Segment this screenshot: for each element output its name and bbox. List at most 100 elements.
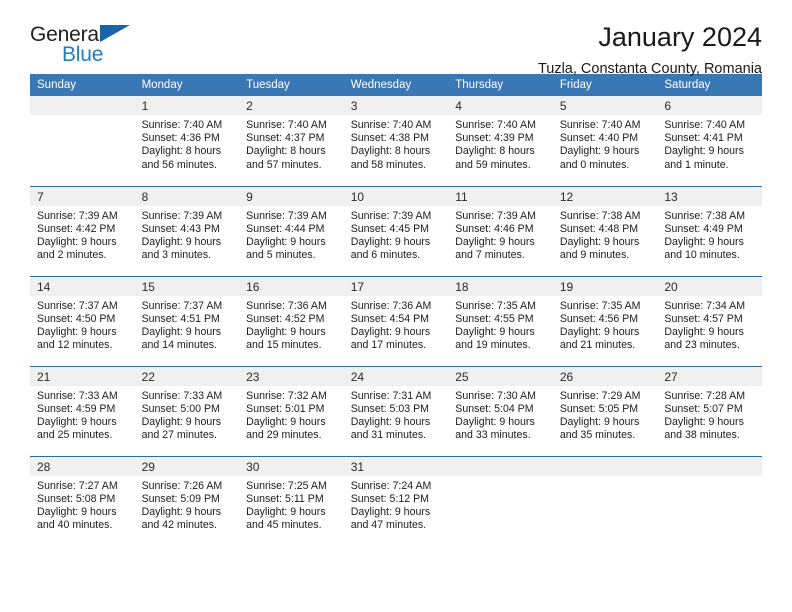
day-daylight2-text: and 10 minutes. [664,249,740,262]
calendar-day-cell[interactable]: 21 Sunrise: 7:33 AM Sunset: 4:59 PM Dayligh… [30,366,135,457]
calendar-day-cell[interactable]: 13 Sunrise: 7:38 AM Sunset: 4:49 PM Dayligh… [657,186,762,277]
day-sunset-text: Sunset: 4:57 PM [664,312,743,325]
weekday-header-tuesday: Tuesday [239,74,344,96]
day-daylight2-text: and 59 minutes. [455,158,531,171]
calendar-day-cell[interactable]: 31 Sunrise: 7:24 AM Sunset: 5:12 PM Dayligh… [343,456,449,546]
calendar-day-cell[interactable]: 8 Sunrise: 7:39 AM Sunset: 4:43 PM Daylight… [134,186,240,277]
day-daylight1-text: Daylight: 9 hours [559,325,640,338]
day-sunset-text: Sunset: 5:12 PM [350,492,430,505]
calendar-day-cell[interactable]: 3 Sunrise: 7:40 AM Sunset: 4:38 PM Daylight… [343,96,449,187]
calendar-day-cell[interactable]: 17 Sunrise: 7:36 AM Sunset: 4:54 PM Dayligh… [343,276,449,367]
calendar-day-cell[interactable]: 18 Sunrise: 7:35 AM Sunset: 4:55 PM Dayligh… [448,276,553,367]
calendar-day-cell[interactable]: 11 Sunrise: 7:39 AM Sunset: 4:46 PM Dayligh… [448,186,553,277]
day-daylight1-text: Daylight: 9 hours [350,415,431,428]
day-daylight2-text: and 27 minutes. [141,429,217,442]
day-daylight1-text: Daylight: 9 hours [246,325,326,338]
day-sunset-text: Sunset: 5:09 PM [141,492,220,505]
day-daylight2-text: and 47 minutes. [350,519,427,532]
calendar-day-cell[interactable]: 27 Sunrise: 7:28 AM Sunset: 5:07 PM Dayligh… [657,366,762,457]
weekday-header-wednesday: Wednesday [343,74,449,96]
calendar-day-cell[interactable]: 22 Sunrise: 7:33 AM Sunset: 5:00 PM Dayligh… [134,366,240,457]
day-number [448,456,553,476]
day-number: 8 [134,186,240,206]
day-sun-info: Sunrise: 7:36 AM Sunset: 4:52 PM Daylight:… [239,296,344,353]
calendar-day-cell[interactable]: 15 Sunrise: 7:37 AM Sunset: 4:51 PM Dayligh… [134,276,240,367]
day-sunrise-text: Sunrise: 7:39 AM [246,209,327,222]
day-daylight2-text: and 58 minutes. [350,158,427,171]
day-daylight2-text: and 45 minutes. [246,519,322,532]
calendar-week-row: 7 Sunrise: 7:39 AM Sunset: 4:42 PM Daylight… [30,186,762,277]
day-sunrise-text: Sunrise: 7:35 AM [455,299,536,312]
day-daylight2-text: and 42 minutes. [141,519,217,532]
day-daylight1-text: Daylight: 9 hours [350,235,431,248]
calendar-day-cell[interactable]: 20 Sunrise: 7:34 AM Sunset: 4:57 PM Dayligh… [657,276,762,367]
day-number [657,456,762,476]
day-sunset-text: Sunset: 5:04 PM [455,402,534,415]
day-sunrise-text: Sunrise: 7:32 AM [246,389,327,402]
day-sun-info: Sunrise: 7:37 AM Sunset: 4:51 PM Daylight:… [135,296,240,353]
calendar-day-cell[interactable]: 16 Sunrise: 7:36 AM Sunset: 4:52 PM Dayligh… [239,276,344,367]
weekday-header-saturday: Saturday [657,74,762,96]
day-sunset-text: Sunset: 5:00 PM [141,402,220,415]
day-sun-info: Sunrise: 7:36 AM Sunset: 4:54 PM Daylight:… [344,296,449,353]
day-sunrise-text: Sunrise: 7:40 AM [141,119,223,131]
day-number: 31 [343,456,449,476]
day-sunset-text: Sunset: 4:36 PM [141,132,220,145]
day-sun-info: Sunrise: 7:40 AM Sunset: 4:41 PM Daylight:… [657,115,762,172]
calendar-day-cell[interactable]: 12 Sunrise: 7:38 AM Sunset: 4:48 PM Dayligh… [552,186,658,277]
day-daylight2-text: and 14 minutes. [141,339,217,352]
day-daylight1-text: Daylight: 9 hours [664,415,744,428]
calendar-day-cell[interactable]: 29 Sunrise: 7:26 AM Sunset: 5:09 PM Dayligh… [134,456,240,546]
calendar-day-cell-empty [552,456,658,546]
calendar-day-cell[interactable]: 1 Sunrise: 7:40 AM Sunset: 4:36 PM Daylight… [134,96,240,187]
calendar-day-cell[interactable]: 19 Sunrise: 7:35 AM Sunset: 4:56 PM Dayligh… [552,276,658,367]
day-number: 14 [30,276,135,296]
day-number: 30 [239,456,344,476]
day-sunset-text: Sunset: 4:45 PM [350,222,430,235]
day-number: 20 [657,276,762,296]
calendar-day-cell[interactable]: 9 Sunrise: 7:39 AM Sunset: 4:44 PM Daylight… [239,186,344,277]
day-sunrise-text: Sunrise: 7:40 AM [246,119,327,131]
day-daylight1-text: Daylight: 9 hours [664,325,744,338]
day-sunset-text: Sunset: 4:37 PM [246,132,325,145]
day-sunrise-text: Sunrise: 7:40 AM [455,119,536,131]
calendar-day-cell[interactable]: 30 Sunrise: 7:25 AM Sunset: 5:11 PM Dayligh… [239,456,344,546]
calendar-day-cell[interactable]: 28 Sunrise: 7:27 AM Sunset: 5:08 PM Dayligh… [30,456,135,546]
weekday-header-sunday: Sunday [30,74,135,96]
weekday-header-friday: Friday [552,74,658,96]
day-sun-info: Sunrise: 7:24 AM Sunset: 5:12 PM Daylight:… [344,476,449,533]
calendar-day-cell[interactable]: 25 Sunrise: 7:30 AM Sunset: 5:04 PM Dayligh… [448,366,553,457]
day-sunset-text: Sunset: 5:08 PM [37,492,116,505]
calendar-day-cell[interactable]: 26 Sunrise: 7:29 AM Sunset: 5:05 PM Dayligh… [552,366,658,457]
day-number: 16 [239,276,344,296]
calendar-day-cell[interactable]: 7 Sunrise: 7:39 AM Sunset: 4:42 PM Daylight… [30,186,135,277]
calendar-day-cell[interactable]: 14 Sunrise: 7:37 AM Sunset: 4:50 PM Dayligh… [30,276,135,367]
day-sun-info: Sunrise: 7:40 AM Sunset: 4:37 PM Daylight:… [239,115,344,172]
day-sunset-text: Sunset: 4:41 PM [664,132,743,145]
day-daylight1-text: Daylight: 9 hours [664,235,744,248]
weekday-header-monday: Monday [134,74,240,96]
day-sunrise-text: Sunrise: 7:39 AM [350,209,432,222]
day-sunset-text: Sunset: 4:46 PM [455,222,534,235]
calendar-day-cell[interactable]: 10 Sunrise: 7:39 AM Sunset: 4:45 PM Dayligh… [343,186,449,277]
calendar-day-cell[interactable]: 24 Sunrise: 7:31 AM Sunset: 5:03 PM Dayligh… [343,366,449,457]
calendar-day-cell[interactable]: 23 Sunrise: 7:32 AM Sunset: 5:01 PM Dayligh… [239,366,344,457]
calendar-day-cell[interactable]: 4 Sunrise: 7:40 AM Sunset: 4:39 PM Daylight… [448,96,553,187]
calendar-day-cell-empty [657,456,762,546]
day-daylight1-text: Daylight: 9 hours [37,505,117,518]
day-daylight2-text: and 25 minutes. [37,429,113,442]
day-daylight2-text: and 15 minutes. [246,339,322,352]
day-sunset-text: Sunset: 4:50 PM [37,312,116,325]
page-subtitle: Tuzla, Constanta County, Romania [537,61,762,78]
day-sun-info: Sunrise: 7:39 AM Sunset: 4:45 PM Daylight:… [344,206,449,263]
day-sunrise-text: Sunrise: 7:35 AM [559,299,641,312]
day-number: 1 [134,96,240,115]
calendar-day-cell[interactable]: 6 Sunrise: 7:40 AM Sunset: 4:41 PM Daylight… [657,96,762,187]
day-daylight2-text: and 7 minutes. [455,249,525,262]
day-number: 22 [134,366,240,386]
day-number: 29 [134,456,240,476]
calendar-day-cell[interactable]: 2 Sunrise: 7:40 AM Sunset: 4:37 PM Daylight… [239,96,344,187]
calendar-day-cell[interactable]: 5 Sunrise: 7:40 AM Sunset: 4:40 PM Daylight… [552,96,658,187]
day-sunrise-text: Sunrise: 7:25 AM [246,479,327,492]
day-number: 12 [552,186,658,206]
